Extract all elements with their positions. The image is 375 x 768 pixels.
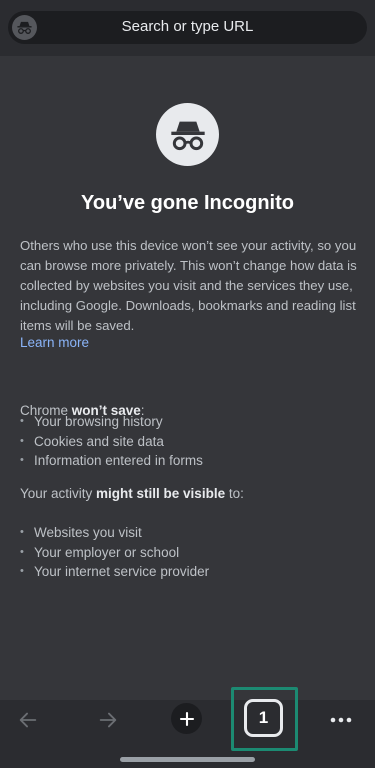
list-item: Websites you visit bbox=[20, 523, 209, 543]
incognito-description: Others who use this device won’t see you… bbox=[20, 238, 357, 333]
new-tab-button[interactable] bbox=[171, 703, 202, 734]
list-item: Your browsing history bbox=[20, 412, 203, 432]
forward-arrow-icon[interactable] bbox=[92, 706, 124, 734]
tab-switcher-button[interactable]: 1 bbox=[244, 699, 283, 737]
back-arrow-icon[interactable] bbox=[12, 706, 44, 734]
list-item: Information entered in forms bbox=[20, 451, 203, 471]
incognito-icon bbox=[156, 103, 219, 166]
top-toolbar: Search or type URL bbox=[0, 0, 375, 56]
still-visible-list: Websites you visit Your employer or scho… bbox=[20, 523, 209, 582]
learn-more-link[interactable]: Learn more bbox=[20, 335, 89, 350]
omnibox[interactable]: Search or type URL bbox=[8, 11, 367, 44]
still-visible-heading: Your activity might still be visible to: bbox=[20, 486, 244, 501]
list-item: Your internet service provider bbox=[20, 562, 209, 582]
page-title: You’ve gone Incognito bbox=[81, 192, 294, 214]
wont-save-list: Your browsing history Cookies and site d… bbox=[20, 412, 203, 471]
list-item: Cookies and site data bbox=[20, 432, 203, 452]
more-dots-icon[interactable] bbox=[325, 706, 357, 734]
list-item: Your employer or school bbox=[20, 543, 209, 563]
home-indicator bbox=[120, 757, 255, 762]
plus-icon bbox=[178, 710, 196, 728]
omnibox-placeholder[interactable]: Search or type URL bbox=[8, 18, 367, 35]
